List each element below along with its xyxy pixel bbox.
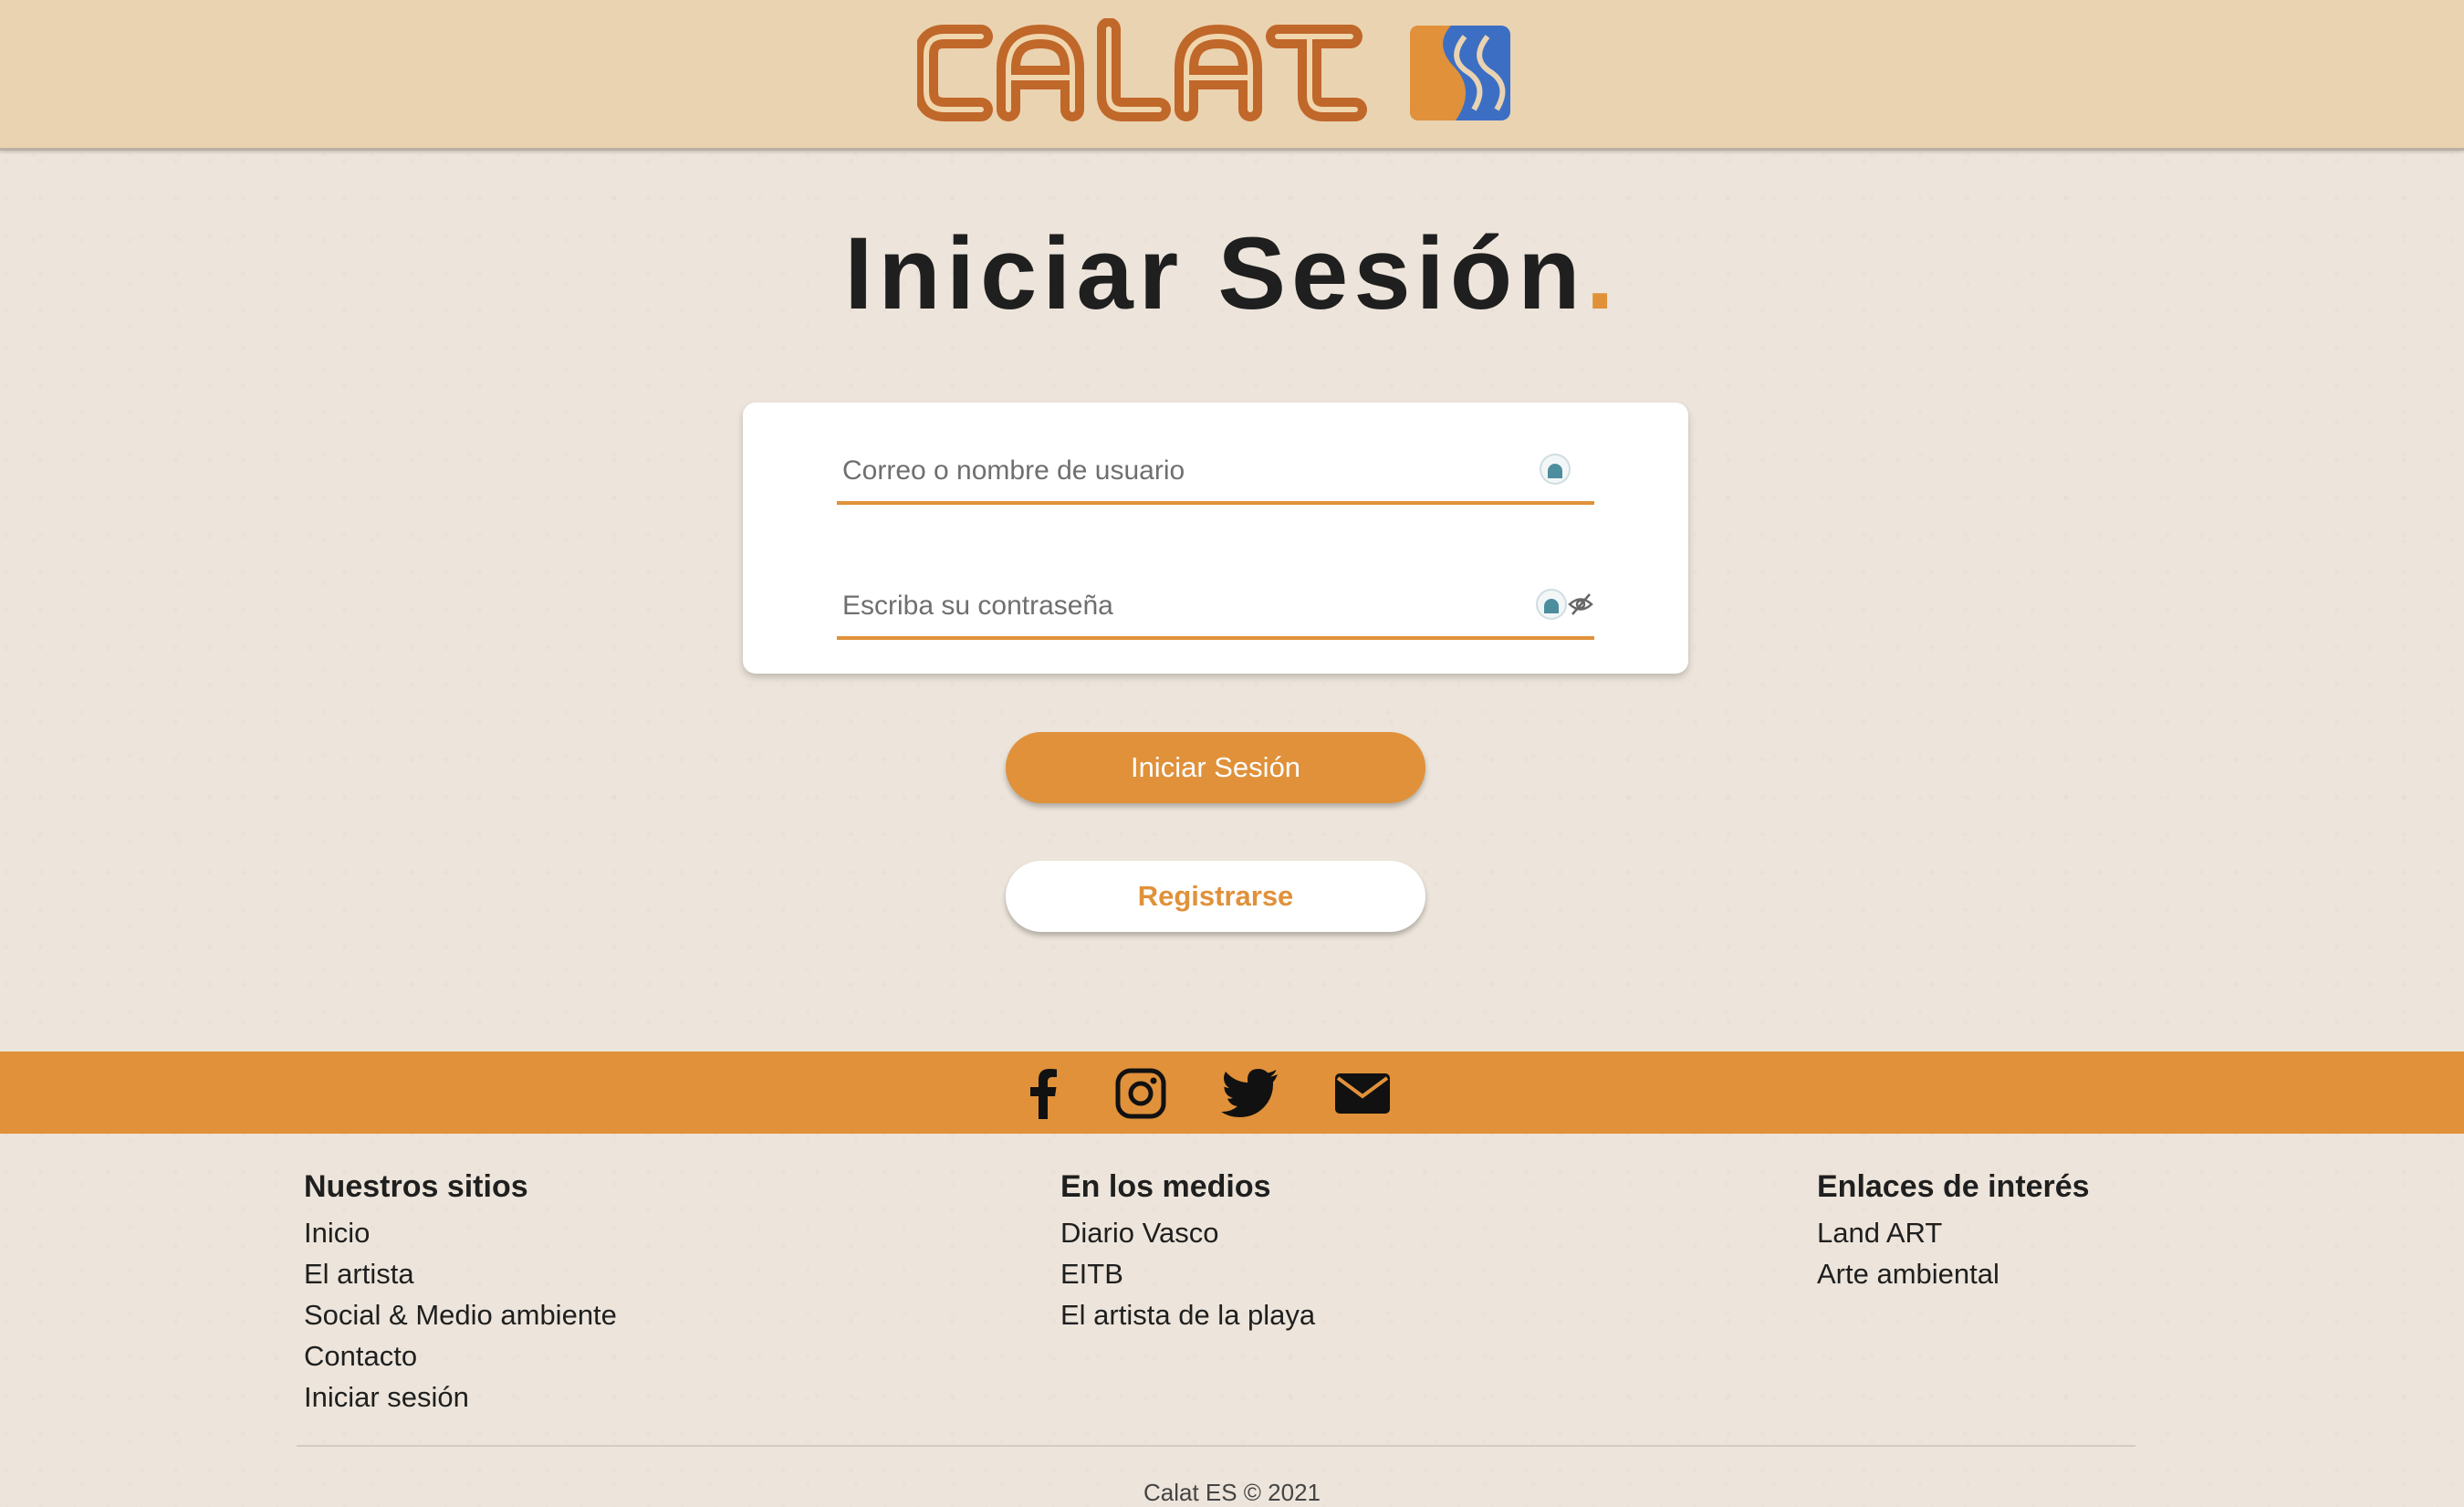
footer-link-artista-playa[interactable]: El artista de la playa xyxy=(1060,1294,1315,1335)
password-manager-icon[interactable] xyxy=(1540,454,1571,485)
username-input[interactable] xyxy=(840,448,1501,494)
password-input[interactable] xyxy=(840,583,1501,629)
footer-link-inicio[interactable]: Inicio xyxy=(304,1212,617,1253)
footer-link-iniciar-sesion[interactable]: Iniciar sesión xyxy=(304,1376,617,1418)
register-button[interactable]: Registrarse xyxy=(1006,861,1425,932)
site-header xyxy=(0,0,2464,151)
footer-link-el-artista[interactable]: El artista xyxy=(304,1253,617,1294)
footer-heading: Nuestros sitios xyxy=(304,1169,528,1204)
login-button[interactable]: Iniciar Sesión xyxy=(1006,732,1425,803)
social-bar xyxy=(0,1052,2464,1134)
footer-heading: En los medios xyxy=(1060,1169,1271,1204)
footer-column-media: En los medios Diario Vasco EITB El artis… xyxy=(1060,1165,1315,1335)
toggle-password-visibility-icon[interactable] xyxy=(1567,591,1594,618)
footer-link-arte-ambiental[interactable]: Arte ambiental xyxy=(1817,1253,2090,1294)
footer-link-social[interactable]: Social & Medio ambiente xyxy=(304,1294,617,1335)
mail-icon[interactable] xyxy=(1334,1068,1391,1119)
footer-link-land-art[interactable]: Land ART xyxy=(1817,1212,2090,1253)
footer-divider xyxy=(297,1445,2135,1447)
title-accent-dot: . xyxy=(1585,216,1620,330)
calat-logo[interactable] xyxy=(917,18,1519,128)
username-field xyxy=(837,443,1594,505)
page-title-text: Iniciar Sesión xyxy=(844,216,1586,330)
footer-link-contacto[interactable]: Contacto xyxy=(304,1335,617,1376)
password-manager-icon[interactable] xyxy=(1536,589,1567,620)
facebook-icon[interactable] xyxy=(1029,1068,1057,1119)
twitter-icon[interactable] xyxy=(1221,1068,1279,1119)
footer-link-diario-vasco[interactable]: Diario Vasco xyxy=(1060,1212,1315,1253)
login-card xyxy=(743,403,1688,674)
footer-column-our-sites: Nuestros sitios Inicio El artista Social… xyxy=(304,1165,617,1418)
instagram-icon[interactable] xyxy=(1115,1068,1166,1119)
footer-heading: Enlaces de interés xyxy=(1817,1169,2090,1204)
footer-link-eitb[interactable]: EITB xyxy=(1060,1253,1315,1294)
password-field xyxy=(837,578,1594,640)
footer-column-links: Enlaces de interés Land ART Arte ambient… xyxy=(1817,1165,2090,1294)
page-title: Iniciar Sesión. xyxy=(0,215,2464,332)
